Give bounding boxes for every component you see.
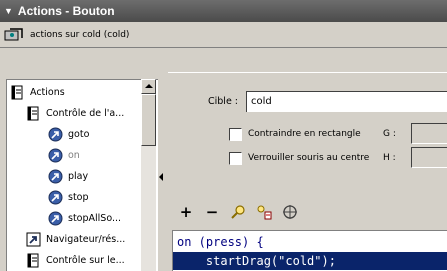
tree-item-on[interactable]: on (48, 145, 80, 166)
tree-item-label: Contrôle sur le... (46, 255, 125, 266)
tree-item-label: goto (68, 129, 90, 140)
tree-item-label: play (68, 171, 89, 182)
navigator-icon (26, 232, 41, 247)
scroll-up-button[interactable] (141, 79, 156, 94)
tree-item-label: on (68, 150, 80, 161)
collapse-left-icon[interactable] (159, 173, 163, 181)
replace-icon[interactable] (256, 204, 272, 220)
book-icon (27, 106, 39, 121)
tree-item-stopallsounds[interactable]: stopAllSo... (48, 208, 121, 229)
book-icon (27, 253, 39, 268)
tree-item-label: Contrôle de l'a... (46, 108, 125, 119)
tree-item-goto[interactable]: goto (48, 124, 89, 145)
code-line[interactable]: on (press) { (173, 233, 447, 251)
panel-titlebar[interactable]: ▼ Actions - Bouton (0, 0, 447, 22)
tree-item-controle-sur[interactable]: Contrôle sur le... (26, 250, 125, 271)
cible-input[interactable]: cold (246, 91, 447, 112)
panel-splitter[interactable] (158, 79, 168, 271)
lock-center-label: Verrouiller souris au centre (248, 153, 370, 163)
tree-item-label: Navigateur/rés... (46, 234, 126, 245)
code-line-selected[interactable]: startDrag("cold"); (173, 252, 447, 270)
object-info-text: actions sur cold (cold) (30, 29, 130, 40)
action-arrow-icon (48, 211, 63, 226)
script-editor[interactable]: on (press) { startDrag("cold"); (172, 230, 447, 271)
divider (168, 72, 447, 73)
toolbox-scrollbar[interactable] (141, 79, 156, 271)
scroll-thumb[interactable] (141, 94, 156, 146)
object-info-bar: actions sur cold (cold) (0, 22, 447, 48)
tree-item-stop[interactable]: stop (48, 187, 89, 208)
tree-item-navigateur[interactable]: Navigateur/rés... (26, 229, 125, 250)
cible-label: Cible : (208, 96, 239, 107)
book-icon (11, 85, 23, 100)
script-toolbar: + − (178, 203, 298, 221)
tree-item-label: stop (68, 192, 89, 203)
tree-item-label: stopAllSo... (68, 213, 122, 224)
add-action-button[interactable]: + (178, 203, 194, 221)
constrain-rectangle-checkbox[interactable] (229, 128, 242, 141)
h-label: H : (383, 153, 396, 163)
actions-toolbox: Actions Contrôle de l'a... goto on play (6, 79, 158, 271)
action-arrow-icon (48, 148, 63, 163)
button-object-icon (4, 27, 23, 40)
tree-item-actions[interactable]: Actions (10, 82, 65, 103)
tree-item-play[interactable]: play (48, 166, 88, 187)
g-label: G : (383, 129, 396, 139)
action-arrow-icon (48, 127, 63, 142)
h-field[interactable] (411, 147, 447, 168)
remove-action-button[interactable]: − (204, 203, 220, 221)
action-arrow-icon (48, 169, 63, 184)
g-field[interactable] (411, 123, 447, 144)
collapse-triangle-icon[interactable]: ▼ (4, 6, 13, 16)
arrow-up-icon (145, 84, 153, 88)
action-arrow-icon (48, 190, 63, 205)
find-icon[interactable] (230, 204, 246, 220)
panel-title: Actions - Bouton (17, 4, 115, 18)
lock-center-checkbox[interactable] (229, 152, 242, 165)
tree-item-controle-animation[interactable]: Contrôle de l'a... (26, 103, 124, 124)
crosshair-target-icon[interactable] (282, 204, 298, 220)
constrain-rectangle-label: Contraindre en rectangle (248, 129, 361, 139)
tree-item-label: Actions (30, 87, 65, 98)
